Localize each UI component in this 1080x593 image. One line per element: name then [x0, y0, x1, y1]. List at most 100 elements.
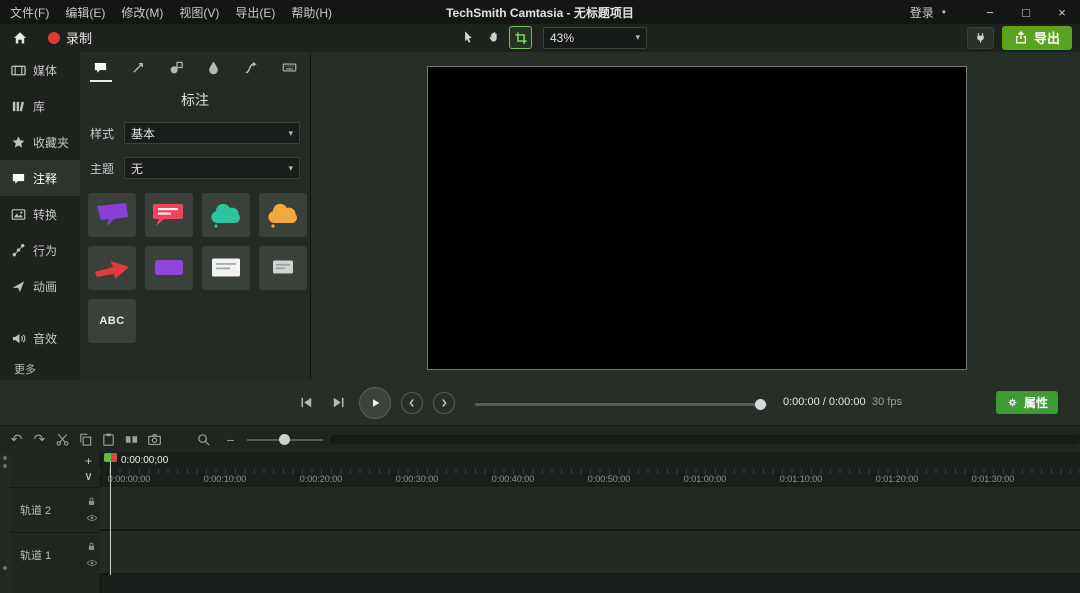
- theme-select[interactable]: 无 ▾: [124, 157, 300, 179]
- home-button[interactable]: [8, 26, 32, 50]
- record-label: 录制: [66, 31, 93, 46]
- track-visibility-button[interactable]: [85, 556, 98, 569]
- copy-icon: [80, 433, 92, 446]
- tab-blur-highlight[interactable]: [195, 52, 233, 82]
- track-lanes: [100, 487, 1080, 593]
- chevron-right-icon: [442, 398, 447, 407]
- previous-frame-button[interactable]: [295, 392, 317, 414]
- cut-button[interactable]: [52, 429, 73, 450]
- timeline-scrollbar[interactable]: [330, 435, 1080, 444]
- track-visibility-button[interactable]: [85, 511, 98, 524]
- callout-bubble-icon: [95, 62, 107, 73]
- callout-red-speech[interactable]: [145, 193, 193, 237]
- tab-sketch-motion[interactable]: [233, 52, 271, 82]
- track-header[interactable]: 轨道 2: [10, 487, 100, 532]
- transitions-icon: [11, 208, 25, 220]
- timeline-ruler[interactable]: 0:00:00;00 0:00:10;00 0:00:20;00 0:00:30…: [100, 452, 1080, 488]
- screenshot-button[interactable]: [144, 429, 165, 450]
- purple-bubble-shape: [97, 203, 128, 226]
- tab-arrows-lines[interactable]: [120, 52, 158, 82]
- eye-icon: [86, 514, 97, 521]
- callout-purple-bubble[interactable]: [88, 193, 136, 237]
- menu-view[interactable]: 视图(V): [179, 4, 219, 21]
- track-lock-button[interactable]: [85, 540, 98, 553]
- track-header[interactable]: 轨道 1: [10, 532, 100, 577]
- strip-dot-icon: [3, 464, 7, 468]
- preview-canvas[interactable]: [427, 66, 967, 370]
- split-button[interactable]: [121, 429, 142, 450]
- minimize-button[interactable]: −: [972, 0, 1008, 24]
- sidebar-item-favorites[interactable]: 收藏夹: [0, 124, 80, 160]
- track-lock-button[interactable]: [85, 495, 98, 508]
- zoom-slider-knob[interactable]: [279, 434, 290, 445]
- menu-export[interactable]: 导出(E): [235, 4, 275, 21]
- playhead-out-handle[interactable]: [110, 453, 117, 462]
- add-track-button[interactable]: +: [81, 454, 96, 469]
- paste-button[interactable]: [98, 429, 119, 450]
- callout-abc-text[interactable]: ABC: [88, 299, 136, 343]
- sidebar-item-media[interactable]: 媒体: [0, 52, 80, 88]
- zoom-out-button[interactable]: −: [220, 429, 241, 450]
- timeline-corner: + ∨: [10, 452, 100, 487]
- track-lane[interactable]: [100, 487, 1080, 531]
- jump-forward-button[interactable]: [433, 391, 455, 414]
- pan-hand-button[interactable]: [482, 26, 506, 50]
- close-button[interactable]: ×: [1044, 0, 1080, 24]
- properties-button[interactable]: 属性: [995, 391, 1058, 414]
- crop-button[interactable]: [509, 26, 532, 49]
- maximize-button[interactable]: □: [1008, 0, 1044, 24]
- playhead[interactable]: [104, 452, 117, 577]
- edit-cursor-button[interactable]: [455, 26, 479, 50]
- export-button[interactable]: 导出: [1001, 25, 1072, 50]
- playhead-in-handle[interactable]: [104, 453, 111, 462]
- record-dot-icon: [48, 31, 60, 44]
- menu-modify[interactable]: 修改(M): [121, 4, 163, 21]
- theme-label: 主题: [90, 161, 115, 176]
- sidebar-item-library[interactable]: 库: [0, 88, 80, 124]
- play-button[interactable]: [359, 386, 391, 419]
- callout-violet-rounded[interactable]: [145, 246, 193, 290]
- menu-help[interactable]: 帮助(H): [291, 4, 332, 21]
- sidebar-item-animations[interactable]: 动画: [0, 268, 80, 304]
- callout-teal-cloud[interactable]: [202, 193, 250, 237]
- crop-icon: [514, 31, 527, 44]
- favorites-star-icon: [12, 136, 24, 148]
- style-select[interactable]: 基本 ▾: [124, 122, 300, 144]
- abc-label: ABC: [99, 315, 125, 327]
- sidebar-item-transitions[interactable]: 转换: [0, 196, 80, 232]
- sidebar-item-behaviors[interactable]: 行为: [0, 232, 80, 268]
- scrubber-knob[interactable]: [755, 399, 766, 410]
- tools-sidebar: 媒体 库 收藏夹 注释 转换 行为 动画 音效 更多: [0, 52, 80, 380]
- zoom-level-select[interactable]: 43% ▾: [543, 26, 647, 49]
- sign-in-link[interactable]: 登录: [910, 4, 934, 21]
- tab-shapes[interactable]: [157, 52, 195, 82]
- next-frame-button[interactable]: [327, 392, 349, 414]
- record-button[interactable]: 录制: [42, 27, 98, 48]
- zoom-level-value: 43%: [550, 30, 575, 45]
- redo-button[interactable]: ↷: [29, 429, 50, 450]
- timeline-zoom-slider[interactable]: [247, 434, 323, 445]
- track-lane[interactable]: [100, 531, 1080, 575]
- tab-callouts[interactable]: [82, 52, 120, 82]
- undo-button[interactable]: ↶: [6, 429, 27, 450]
- timeline-zoom-button[interactable]: [193, 429, 214, 450]
- callout-light-text-box[interactable]: [259, 246, 307, 290]
- previous-frame-icon: [301, 397, 311, 408]
- menu-edit[interactable]: 编辑(E): [65, 4, 105, 21]
- sidebar-item-audio-effects[interactable]: 音效: [0, 320, 80, 356]
- scrubber-slider[interactable]: [475, 399, 767, 411]
- sidebar-item-more[interactable]: 更多: [0, 358, 80, 380]
- copy-button[interactable]: [75, 429, 96, 450]
- callout-white-text-box[interactable]: [202, 246, 250, 290]
- jump-back-button[interactable]: [401, 391, 423, 414]
- track-options-button[interactable]: ∨: [81, 469, 96, 484]
- tab-keystroke-callouts[interactable]: [270, 52, 308, 82]
- playhead-handle[interactable]: [104, 453, 117, 462]
- addins-button[interactable]: [966, 26, 994, 49]
- white-box-shape: [212, 258, 240, 277]
- callout-red-arrow[interactable]: [88, 246, 136, 290]
- menu-file[interactable]: 文件(F): [10, 4, 49, 21]
- callout-orange-cloud[interactable]: [259, 193, 307, 237]
- sidebar-item-annotations[interactable]: 注释: [0, 160, 80, 196]
- time-display: 0:00:00 / 0:00:00: [783, 396, 866, 408]
